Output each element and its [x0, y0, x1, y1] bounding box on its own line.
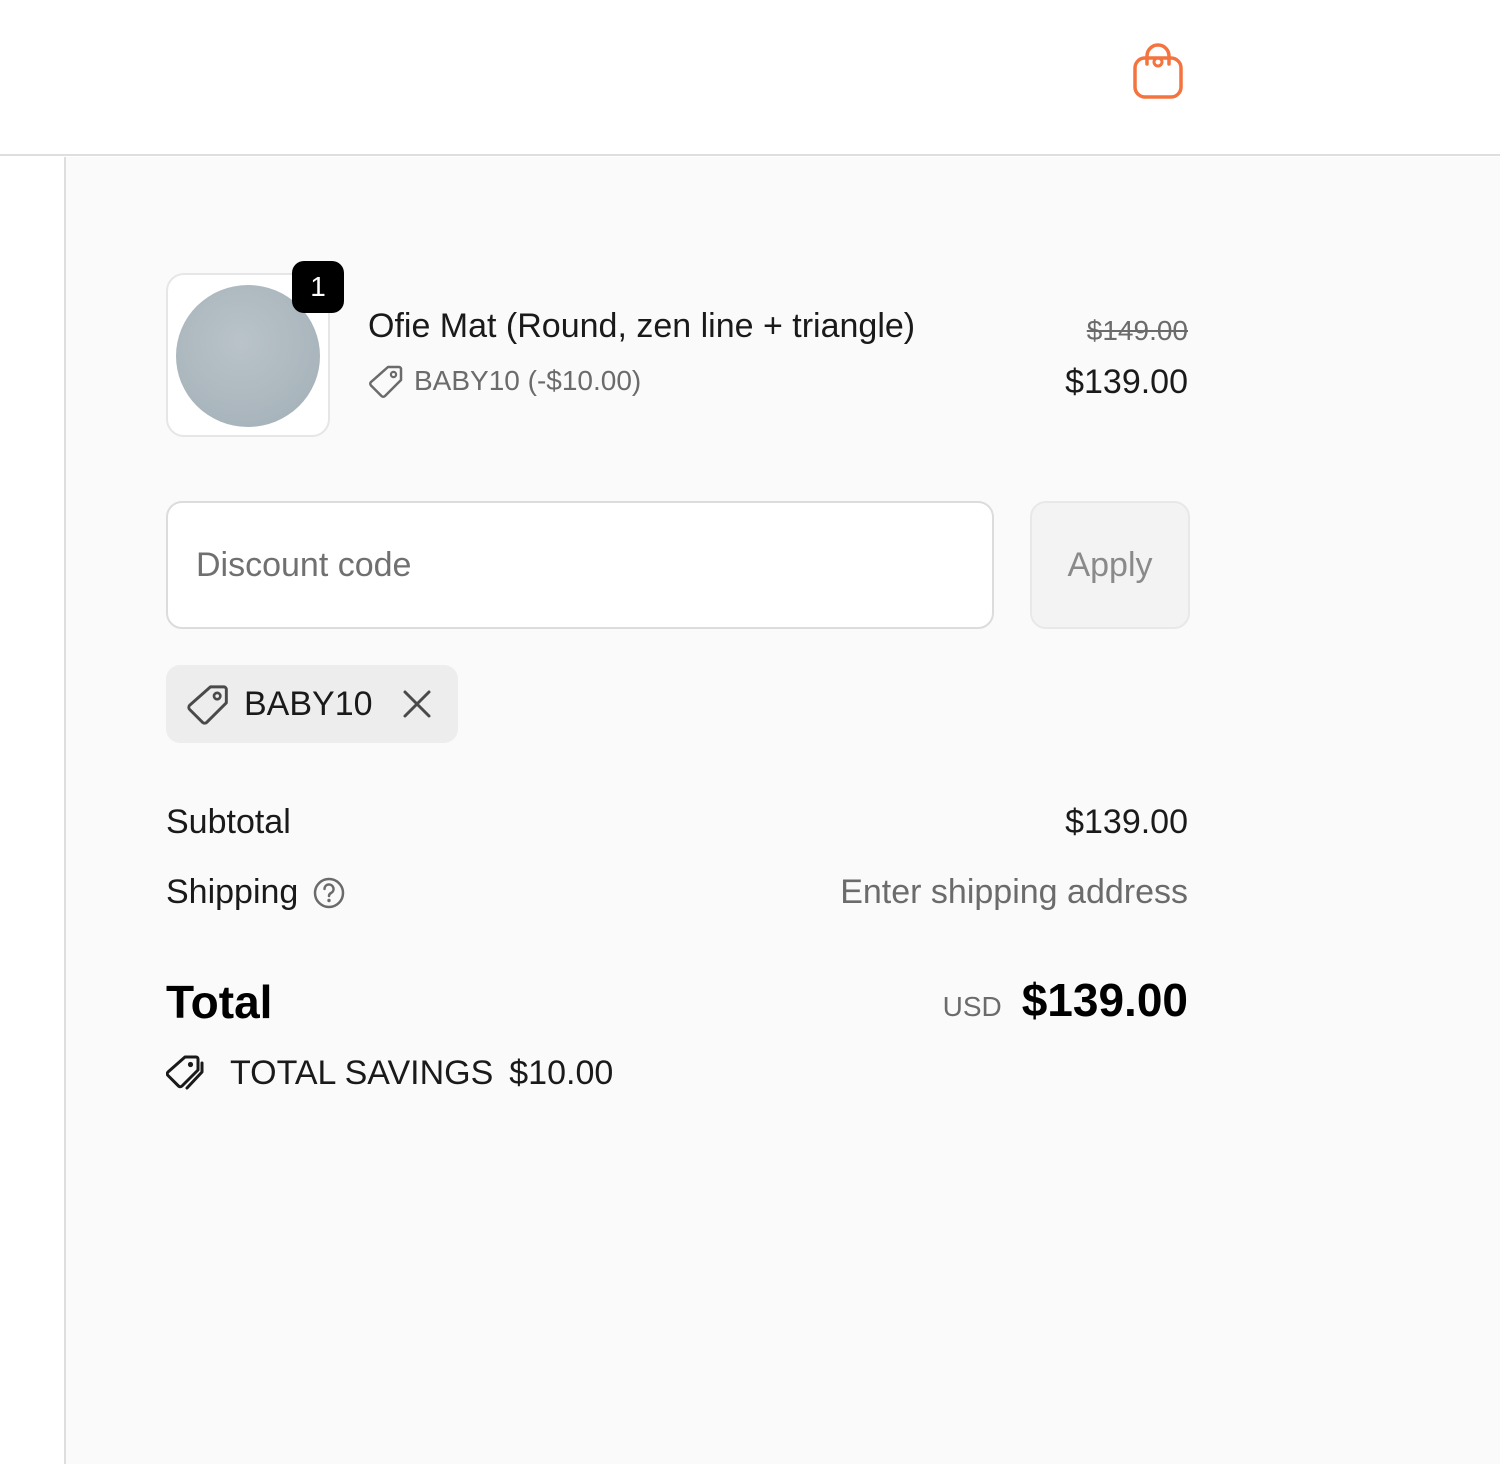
help-icon[interactable] [312, 876, 346, 910]
shipping-label: Shipping [166, 873, 299, 911]
savings-label: TOTAL SAVINGS [230, 1053, 494, 1092]
discount-code-input[interactable] [166, 501, 994, 629]
apply-button[interactable]: Apply [1030, 501, 1190, 629]
subtotal-value: $139.00 [1065, 803, 1188, 841]
subtotal-label: Subtotal [166, 803, 291, 841]
cart-button[interactable] [1130, 42, 1186, 102]
subtotal-row: Subtotal [166, 803, 291, 842]
tag-icon [187, 685, 228, 725]
original-price: $149.00 [1086, 315, 1188, 346]
shipping-row: Shipping [166, 873, 346, 912]
remove-discount-button[interactable] [400, 687, 434, 721]
quantity-badge: 1 [292, 261, 344, 313]
total-label: Total [166, 976, 273, 1028]
savings-value: $10.00 [509, 1053, 614, 1092]
applied-discount-code: BABY10 [244, 684, 373, 723]
product-title: Ofie Mat (Round, zen line + triangle) [368, 307, 916, 345]
order-summary: 1 Ofie Mat (Round, zen line + triangle) … [64, 157, 1500, 1464]
item-price: $139.00 [1065, 363, 1188, 401]
total-value: USD $139.00 [943, 973, 1188, 1027]
tags-icon [166, 1055, 204, 1090]
total-amount: $139.00 [1021, 974, 1188, 1026]
applied-discount-chip: BABY10 [166, 665, 458, 743]
total-savings: TOTAL SAVINGS $10.00 [166, 1053, 613, 1093]
shipping-value: Enter shipping address [840, 873, 1188, 911]
product-discount-label: BABY10 (-$10.00) [414, 365, 642, 396]
total-currency: USD [942, 991, 1002, 1022]
close-icon [403, 690, 431, 718]
shopping-bag-icon [1133, 43, 1183, 99]
tag-icon [369, 365, 403, 398]
top-header [0, 0, 1500, 156]
product-discount: BABY10 (-$10.00) [368, 363, 641, 399]
